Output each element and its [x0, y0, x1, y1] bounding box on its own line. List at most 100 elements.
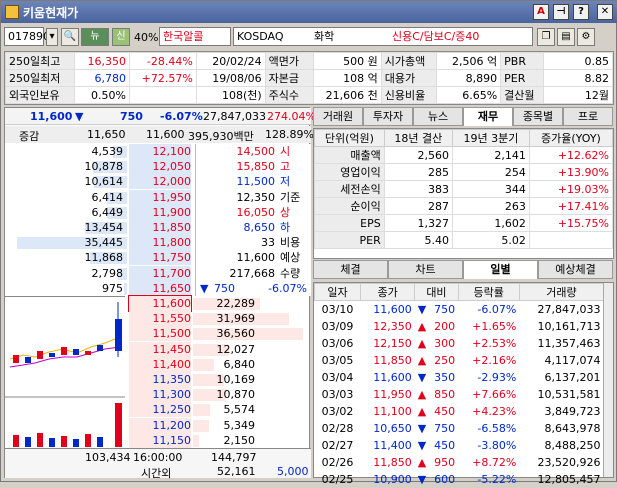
daily-row[interactable]: 03/03 11,950 ▲ 850 +7.66% 10,531,581 [315, 386, 604, 403]
summary-value: 15,850 [236, 160, 276, 174]
tab-right-0[interactable]: 거래원 [313, 107, 363, 126]
info-label: 신용비율 [380, 86, 437, 104]
info-value: -28.44% [129, 52, 197, 70]
ask-price[interactable]: 11,950 [129, 189, 191, 205]
bid-price[interactable]: 11,250 [129, 402, 191, 418]
ask-price[interactable]: 11,900 [129, 204, 191, 220]
ask-volume: 6,449 [91, 205, 124, 219]
bid-price[interactable]: 11,400 [129, 356, 191, 372]
ask-price[interactable]: 11,850 [129, 220, 191, 235]
tab-daily-2[interactable]: 일별 [463, 260, 538, 279]
daily-change-cell: ▲ 850 [415, 386, 458, 403]
help-button[interactable]: ? [573, 4, 589, 20]
header-price: 11,600 [146, 128, 185, 141]
daily-scrollbar[interactable] [603, 283, 613, 477]
font-a-button[interactable]: A [533, 4, 549, 20]
fin-value: +12.62% [528, 146, 614, 164]
daily-row[interactable]: 02/25 10,900 ▼ 600 -5.22% 12,805,457 [315, 471, 604, 488]
daily-rate: -5.22% [477, 472, 517, 486]
tab-right-1[interactable]: 투자자 [363, 107, 413, 126]
fin-label: EPS [314, 214, 385, 232]
tab-right-4[interactable]: 종목별 [513, 107, 563, 126]
code-dropdown-icon[interactable]: ▾ [46, 28, 58, 46]
up-triangle-icon: ▲ [417, 404, 427, 418]
tab-right-2[interactable]: 뉴스 [413, 107, 463, 126]
bid-price[interactable]: 11,300 [129, 387, 191, 403]
daily-row[interactable]: 03/04 11,600 ▼ 350 -2.93% 6,137,201 [315, 369, 604, 386]
summary-label: 비용 [280, 236, 301, 250]
daily-header: 종가 [359, 283, 416, 301]
info-label: 자본금 [264, 69, 314, 87]
daily-change: 450 [434, 438, 456, 452]
ask-volume: 10,614 [84, 175, 124, 189]
fin-value: 5.40 [383, 231, 453, 249]
daily-header: 등락률 [457, 283, 520, 301]
tab-right-3[interactable]: 재무 [463, 107, 513, 126]
bid-price[interactable]: 11,350 [129, 372, 191, 387]
fin-value: 344 [451, 180, 530, 198]
ask-price[interactable]: 12,050 [129, 159, 191, 175]
fin-header: 18년 결산 [383, 129, 453, 147]
save-icon[interactable]: ▤ [557, 28, 575, 46]
daily-volume: 6,137,201 [544, 370, 601, 384]
daily-date: 03/05 [321, 353, 354, 367]
daily-row[interactable]: 03/05 11,850 ▲ 250 +2.16% 4,117,074 [315, 352, 604, 369]
bid-volume: 2,150 [223, 433, 256, 447]
daily-row[interactable]: 02/27 11,400 ▼ 450 -3.80% 8,488,250 [315, 437, 604, 454]
daily-rate: -3.80% [477, 438, 517, 452]
bid-price[interactable]: 11,200 [129, 417, 191, 433]
bid-price[interactable]: 11,450 [129, 341, 191, 357]
daily-date: 03/02 [321, 404, 354, 418]
tab-daily-1[interactable]: 차트 [388, 260, 463, 279]
pin-button[interactable]: ⊣ [553, 4, 569, 20]
tab-daily-0[interactable]: 체결 [313, 260, 388, 279]
fin-value: 1,602 [451, 214, 530, 232]
tab-right-5[interactable]: 프로 [563, 107, 613, 126]
daily-change: 250 [434, 353, 456, 367]
daily-row[interactable]: 03/10 11,600 ▼ 750 -6.07% 27,847,033 [315, 301, 604, 318]
daily-close: 11,600 [373, 302, 412, 316]
settings-icon[interactable]: ⚙ [577, 28, 595, 46]
info-label: 시가총액 [380, 52, 437, 70]
daily-row[interactable]: 02/28 10,650 ▼ 750 -6.58% 8,643,978 [315, 420, 604, 437]
ask-price[interactable]: 11,750 [129, 250, 191, 266]
daily-volume: 8,643,978 [544, 421, 601, 435]
price-summary: 14,500 시 15,850 고 11,500 저 12,350 기준 16,050 상 8,65… [195, 144, 311, 296]
ask-price[interactable]: 11,650 [129, 280, 191, 296]
info-label: 액면가 [264, 52, 314, 70]
info-label: 250일최고 [5, 52, 75, 70]
ask-price[interactable]: 12,000 [129, 174, 191, 190]
info-value: 108 억 [312, 69, 382, 87]
daily-row[interactable]: 03/09 12,350 ▲ 200 +1.65% 10,161,713 [315, 318, 604, 335]
ask-price[interactable]: 12,100 [129, 144, 191, 159]
daily-rate: +4.23% [472, 404, 517, 418]
ask-price[interactable]: 11,800 [129, 235, 191, 251]
fin-row: 매출액 2,560 2,141 +12.62% [314, 146, 614, 164]
close-button[interactable]: ✕ [597, 4, 613, 20]
daily-rate: +2.53% [472, 336, 517, 350]
tab-daily-3[interactable]: 예상체결 [538, 260, 613, 279]
bid-price[interactable]: 11,500 [129, 326, 191, 342]
title-bar: 키움현재가 A ⊣ ? ✕ [1, 1, 617, 23]
fin-value [528, 231, 614, 249]
search-icon[interactable]: 🔍 [61, 28, 79, 46]
daily-row[interactable]: 02/26 11,850 ▲ 950 +8.72% 23,520,926 [315, 454, 604, 471]
fin-label: 영업이익 [314, 163, 385, 181]
bid-volume: 10,870 [216, 388, 256, 402]
trade-amount: 395,930백만 [188, 130, 254, 143]
stock-code-input[interactable]: 017890 [4, 27, 50, 46]
chart-button[interactable]: 뉴 [81, 28, 109, 46]
fin-value: 5.02 [451, 231, 530, 249]
daily-row[interactable]: 03/06 12,150 ▲ 300 +2.53% 11,357,463 [315, 335, 604, 352]
ask-price[interactable]: 11,700 [129, 265, 191, 281]
fin-value: +15.75% [528, 214, 614, 232]
fin-row: 영업이익 285 254 +13.90% [314, 163, 614, 181]
bid-price[interactable]: 11,150 [129, 432, 191, 448]
daily-change: 350 [434, 370, 456, 384]
market-info: KOSDAQ 화학 신용C/담보C/증40 [233, 27, 533, 46]
up-triangle-icon: ▲ [417, 319, 427, 333]
bid-price[interactable]: 11,600 [128, 295, 192, 312]
copy-icon[interactable]: ❐ [537, 28, 555, 46]
daily-row[interactable]: 03/02 11,100 ▲ 450 +4.23% 3,849,723 [315, 403, 604, 420]
bid-price[interactable]: 11,550 [129, 311, 191, 327]
